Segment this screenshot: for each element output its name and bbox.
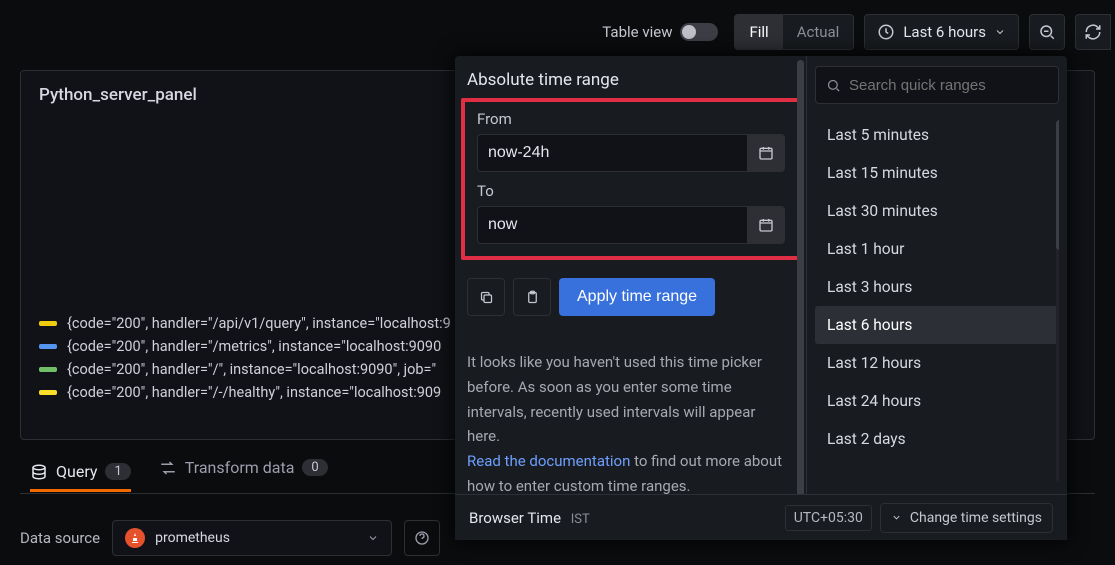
scrollbar-track[interactable] — [797, 60, 804, 536]
tab-label: Transform data — [185, 458, 295, 477]
scrollbar-thumb[interactable] — [1056, 120, 1059, 250]
absolute-range-panel: Absolute time range From To — [455, 56, 807, 540]
from-input[interactable] — [477, 134, 747, 172]
change-time-settings-label: Change time settings — [910, 510, 1042, 526]
copy-url-button[interactable] — [467, 278, 505, 316]
calendar-icon — [758, 217, 774, 233]
legend-text: {code="200", handler="/-/healthy", insta… — [67, 384, 441, 401]
apply-time-range-button[interactable]: Apply time range — [559, 278, 715, 316]
datasource-help-button[interactable] — [404, 520, 440, 556]
refresh-icon — [1084, 23, 1102, 41]
quick-range-item[interactable]: Last 3 hours — [815, 268, 1059, 306]
datasource-row: Data source prometheus — [20, 520, 440, 556]
copy-icon — [479, 290, 494, 305]
time-range-popup: Absolute time range From To — [455, 56, 1067, 540]
table-view-label: Table view — [602, 23, 672, 41]
to-calendar-button[interactable] — [747, 206, 785, 244]
timezone-short: IST — [571, 512, 590, 527]
clock-icon — [877, 23, 895, 41]
action-row: Apply time range — [467, 278, 788, 316]
quick-range-item[interactable]: Last 24 hours — [815, 382, 1059, 420]
scrollbar-thumb[interactable] — [797, 60, 804, 498]
actual-option[interactable]: Actual — [783, 15, 854, 49]
quick-range-item[interactable]: Last 1 hour — [815, 230, 1059, 268]
absolute-range-title: Absolute time range — [467, 70, 788, 90]
to-input[interactable] — [477, 206, 747, 244]
utc-offset-badge: UTC+05:30 — [785, 505, 872, 531]
transform-icon — [159, 459, 177, 477]
refresh-button[interactable] — [1075, 14, 1111, 50]
quick-ranges-list: Last 5 minutesLast 15 minutesLast 30 min… — [815, 116, 1059, 486]
table-view-toggle[interactable]: Table view — [596, 14, 724, 50]
legend-text: {code="200", handler="/metrics", instanc… — [67, 338, 441, 355]
change-time-settings-button[interactable]: Change time settings — [880, 503, 1053, 533]
datasource-label: Data source — [20, 529, 100, 547]
time-range-picker-button[interactable]: Last 6 hours — [864, 14, 1019, 50]
datasource-name: prometheus — [155, 530, 230, 546]
documentation-link[interactable]: Read the documentation — [467, 452, 630, 470]
highlighted-region: From To — [461, 98, 801, 260]
tab-transform[interactable]: Transform data 0 — [159, 458, 328, 485]
legend-text: {code="200", handler="/", instance="loca… — [67, 361, 436, 378]
database-icon — [30, 463, 48, 481]
help-icon — [414, 530, 430, 546]
legend-text: {code="200", handler="/api/v1/query", in… — [67, 315, 451, 332]
from-calendar-button[interactable] — [747, 134, 785, 172]
legend-swatch — [39, 321, 57, 326]
zoom-out-button[interactable] — [1029, 14, 1065, 50]
search-quick-ranges[interactable] — [815, 66, 1059, 104]
quick-range-item[interactable]: Last 5 minutes — [815, 116, 1059, 154]
calendar-icon — [758, 145, 774, 161]
transform-count-badge: 0 — [302, 459, 327, 476]
tab-query[interactable]: Query 1 — [30, 462, 131, 492]
chevron-down-icon — [994, 26, 1006, 38]
from-label: From — [477, 110, 785, 128]
quick-range-item[interactable]: Last 2 days — [815, 420, 1059, 458]
chevron-down-icon — [367, 532, 379, 544]
time-range-label: Last 6 hours — [903, 23, 986, 41]
clipboard-icon — [525, 290, 540, 305]
quick-range-item[interactable]: Last 6 hours — [815, 306, 1059, 344]
chevron-down-icon — [891, 512, 902, 523]
to-label: To — [477, 182, 785, 200]
legend-swatch — [39, 390, 57, 395]
fill-actual-switch[interactable]: Fill Actual — [734, 14, 854, 50]
search-input[interactable] — [849, 77, 1048, 94]
quick-range-item[interactable]: Last 30 minutes — [815, 192, 1059, 230]
browser-time-label: Browser Time — [469, 509, 561, 527]
paste-button[interactable] — [513, 278, 551, 316]
quick-range-item[interactable]: Last 12 hours — [815, 344, 1059, 382]
quick-ranges-panel: Last 5 minutesLast 15 minutesLast 30 min… — [807, 56, 1067, 540]
hint-text: It looks like you haven't used this time… — [467, 350, 788, 499]
toggle-switch[interactable] — [680, 23, 718, 41]
scrollbar-track[interactable] — [1056, 120, 1059, 482]
fill-option[interactable]: Fill — [735, 15, 782, 49]
top-toolbar: Table view Fill Actual Last 6 hours — [596, 14, 1101, 50]
legend-swatch — [39, 367, 57, 372]
zoom-out-icon — [1038, 23, 1056, 41]
query-count-badge: 1 — [105, 463, 130, 480]
datasource-select[interactable]: prometheus — [112, 520, 392, 556]
tab-label: Query — [56, 462, 97, 481]
prometheus-icon — [125, 528, 145, 548]
timezone-footer: Browser Time IST UTC+05:30 Change time s… — [455, 494, 1067, 540]
legend-swatch — [39, 344, 57, 349]
quick-range-item[interactable]: Last 15 minutes — [815, 154, 1059, 192]
search-icon — [826, 78, 841, 93]
